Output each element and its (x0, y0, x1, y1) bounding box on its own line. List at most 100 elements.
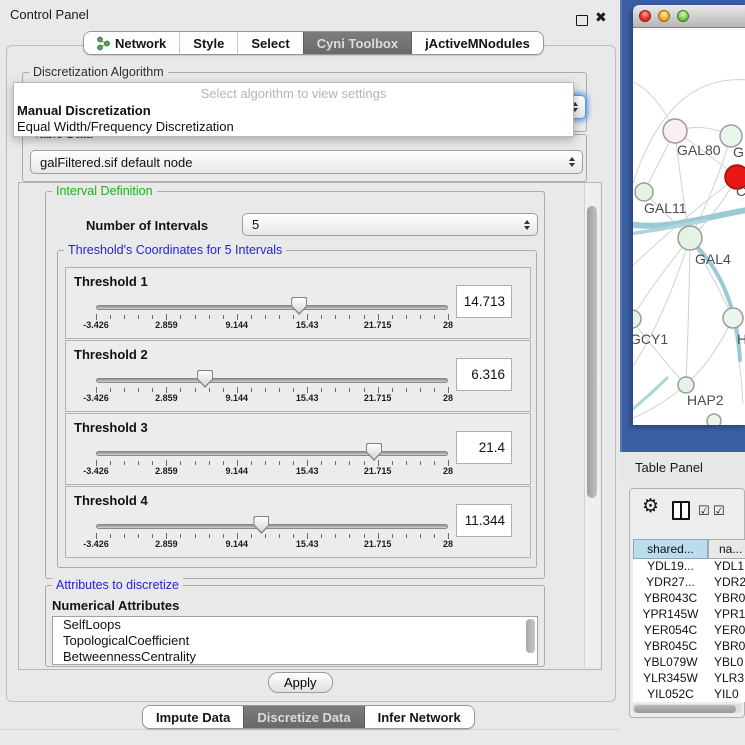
network-edge (690, 238, 733, 318)
columns-icon[interactable] (672, 501, 690, 520)
threshold-value-field[interactable]: 11.344 (456, 504, 512, 537)
zoom-traffic-light[interactable] (677, 10, 689, 22)
network-node-gal4[interactable] (678, 226, 702, 250)
table-panel-title: Table Panel (635, 460, 703, 475)
screenshot-root: Control Panel ✖ NetworkStyleSelectCyni T… (0, 0, 745, 745)
table-data-combobox[interactable]: galFiltered.sif default node (30, 150, 583, 174)
slider-tick (392, 461, 393, 465)
tab-style[interactable]: Style (179, 32, 237, 54)
popup-option-manual-discretization[interactable]: Manual Discretization (14, 103, 573, 119)
attribute-list-item[interactable]: TopologicalCoefficient (53, 633, 537, 649)
slider-tick (364, 461, 365, 465)
slider-tick (321, 534, 322, 538)
slider-tick (434, 461, 435, 465)
cell-shared-name: YBR043C (633, 591, 708, 605)
column-header-shared[interactable]: shared... (633, 539, 708, 559)
slider-track[interactable] (96, 524, 448, 529)
slider-tick (265, 534, 266, 538)
popup-option-equal-width-frequency[interactable]: Equal Width/Frequency Discretization (14, 119, 573, 135)
table-row[interactable]: YDR27...YDR2 (633, 575, 745, 591)
tab-select[interactable]: Select (237, 32, 302, 54)
table-row[interactable]: YPR145WYPR1 (633, 607, 745, 623)
tab-jactivemnodules[interactable]: jActiveMNodules (411, 32, 543, 54)
close-icon[interactable]: ✖ (595, 9, 607, 26)
discretization-algorithm-group-title: Discretization Algorithm (29, 65, 168, 79)
slider-tick-label: 15.43 (296, 466, 319, 476)
numerical-attributes-list[interactable]: SelfLoopsTopologicalCoefficientBetweenne… (52, 616, 538, 665)
slider-thumb[interactable] (366, 443, 382, 461)
attributes-group: Attributes to discretize Numerical Attri… (45, 585, 545, 667)
slider-tick-label: 28 (443, 539, 453, 549)
slider-tick (420, 388, 421, 392)
slider-tick (279, 315, 280, 319)
slider-tick-label: 21.715 (364, 539, 392, 549)
slider-tick (180, 315, 181, 319)
network-window-titlebar[interactable] (633, 5, 745, 28)
column-header-name[interactable]: na... (708, 539, 745, 559)
network-node[interactable] (707, 414, 721, 425)
network-node-hap2[interactable] (678, 377, 694, 393)
slider-tick (110, 315, 111, 319)
minimize-traffic-light[interactable] (658, 10, 670, 22)
subtab-infer-network[interactable]: Infer Network (364, 706, 474, 728)
slider-track[interactable] (96, 378, 448, 383)
slider-tick (434, 315, 435, 319)
slider-tick-label: 2.859 (155, 539, 178, 549)
settings-scrollbar-thumb[interactable] (587, 206, 597, 498)
slider-tick (251, 388, 252, 392)
subtab-impute-data[interactable]: Impute Data (143, 706, 243, 728)
apply-button[interactable]: Apply (268, 672, 333, 693)
table-hscrollbar-thumb[interactable] (634, 705, 736, 713)
network-node-gal11[interactable] (635, 183, 653, 201)
checkbox-icon[interactable]: ☑ (713, 503, 725, 519)
close-traffic-light[interactable] (639, 10, 651, 22)
attribute-list-item[interactable]: BetweennessCentrality (53, 649, 537, 665)
tab-cyni-toolbox[interactable]: Cyni Toolbox (303, 32, 411, 54)
table-row[interactable]: YIL052CYIL0 (633, 687, 745, 702)
tab-network[interactable]: Network (84, 32, 179, 54)
slider-thumb[interactable] (197, 370, 213, 388)
settings-scroll-area: Interval Definition Number of Intervals … (18, 182, 602, 670)
checkbox-icon[interactable]: ☑ (698, 503, 710, 519)
gear-icon[interactable]: ⚙ (642, 497, 659, 516)
network-node-h[interactable] (723, 308, 743, 328)
slider-track[interactable] (96, 451, 448, 456)
float-window-icon[interactable] (576, 15, 588, 26)
network-canvas[interactable]: GAL80GCGAL11GAL4GCY1HHAP2 (633, 28, 745, 425)
table-row[interactable]: YBR043CYBR0 (633, 591, 745, 607)
table-row[interactable]: YLR345WYLR3 (633, 671, 745, 687)
network-node-gal80[interactable] (663, 119, 687, 143)
attribute-list-item[interactable]: SelfLoops (53, 617, 537, 633)
slider-tick (180, 534, 181, 538)
table-hscrollbar-track[interactable] (632, 704, 742, 713)
subtab-discretize-data[interactable]: Discretize Data (243, 706, 363, 728)
slider-track[interactable] (96, 305, 448, 310)
cell-shared-name: YDL19... (633, 559, 708, 573)
cell-name: YBL0 (714, 655, 743, 669)
table-row[interactable]: YER054CYER0 (633, 623, 745, 639)
threshold-value-field[interactable]: 14.713 (456, 285, 512, 318)
slider-tick (251, 315, 252, 319)
slider-thumb[interactable] (291, 297, 307, 315)
cell-name: YPR1 (714, 607, 745, 621)
slider-tick-label: 9.144 (226, 320, 249, 330)
table-row[interactable]: YBL079WYBL0 (633, 655, 745, 671)
network-node-gcy1[interactable] (633, 310, 641, 328)
list-scrollbar[interactable] (526, 619, 535, 653)
threshold-value-field[interactable]: 6.316 (456, 358, 512, 391)
slider-tick (279, 461, 280, 465)
number-of-intervals-value: 5 (252, 217, 259, 232)
slider-tick (124, 534, 125, 538)
slider-tick (209, 315, 210, 319)
table-row[interactable]: YDL19...YDL1 (633, 559, 745, 575)
tab-label: Cyni Toolbox (317, 36, 398, 51)
threshold-value-field[interactable]: 21.4 (456, 431, 512, 464)
slider-tick (251, 461, 252, 465)
slider-tick-label: 2.859 (155, 393, 178, 403)
table-row[interactable]: YBR045CYBR0 (633, 639, 745, 655)
network-node-label: GCY1 (633, 331, 668, 347)
slider-tick (209, 388, 210, 392)
slider-thumb[interactable] (253, 516, 269, 534)
number-of-intervals-combobox[interactable]: 5 (242, 213, 538, 236)
slider-tick-label: 15.43 (296, 393, 319, 403)
